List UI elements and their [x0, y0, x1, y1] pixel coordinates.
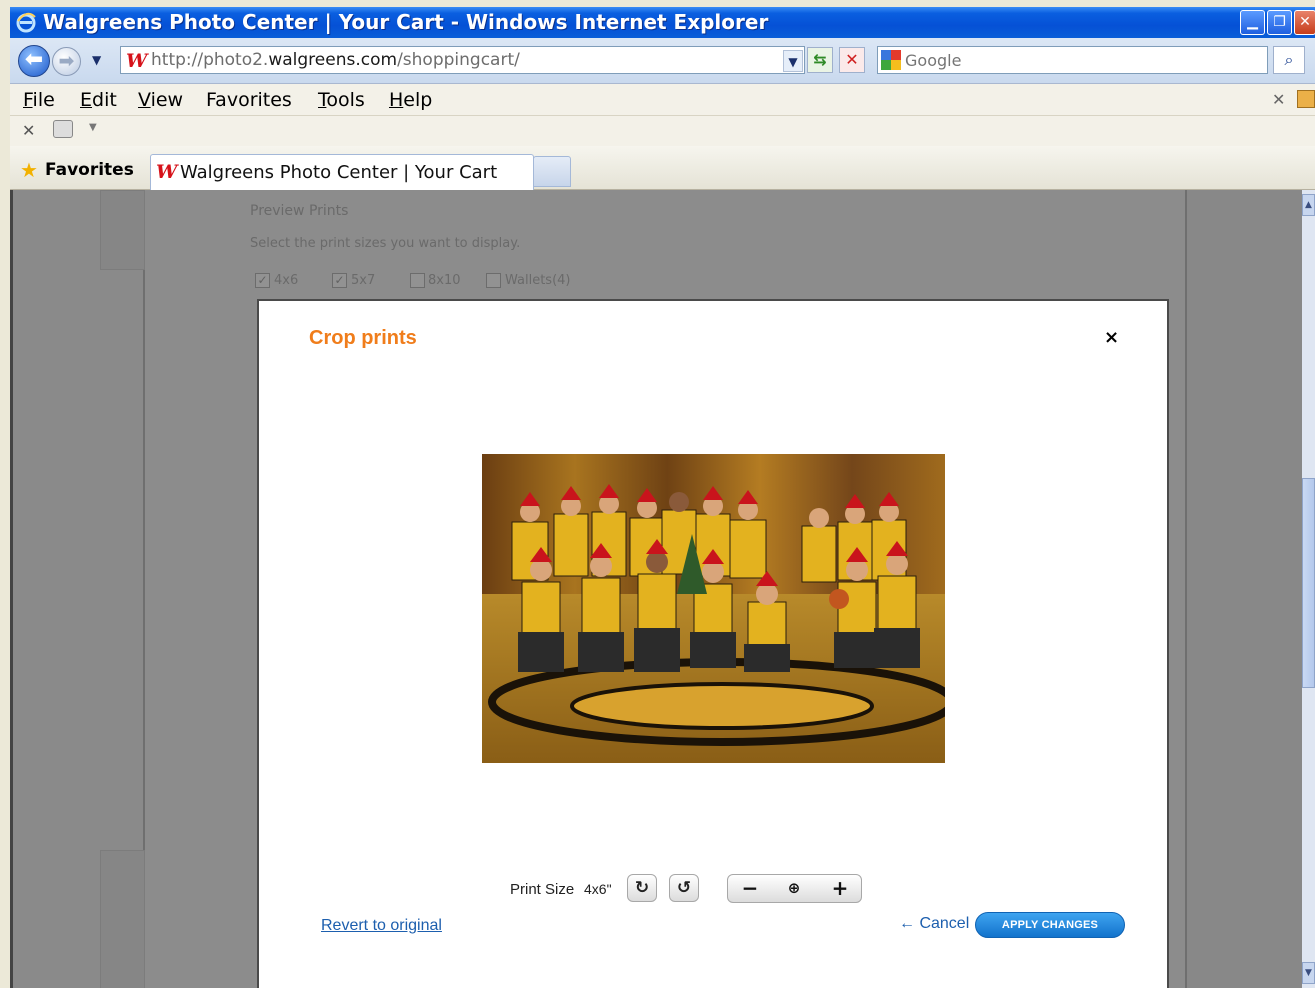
- internet-explorer-icon: [16, 12, 36, 33]
- rotate-left-button[interactable]: ↻: [627, 874, 657, 902]
- address-dropdown-icon[interactable]: ▼: [783, 50, 803, 72]
- tab-walgreens-cart[interactable]: W Walgreens Photo Center | Your Cart: [150, 154, 534, 191]
- minimize-button[interactable]: ▁: [1240, 10, 1265, 35]
- new-tab-button[interactable]: [533, 156, 571, 187]
- size-wallets-checkbox[interactable]: [486, 273, 501, 288]
- back-button[interactable]: ⬅: [18, 45, 50, 77]
- addon-icon[interactable]: [1297, 90, 1315, 108]
- team-photo-image: [482, 454, 945, 763]
- cancel-link[interactable]: ← Cancel: [899, 915, 969, 933]
- toolbar-tool-icon[interactable]: [53, 120, 73, 138]
- toolbar-close-icon[interactable]: ✕: [1272, 90, 1285, 109]
- menu-edit[interactable]: Edit: [80, 89, 117, 111]
- forward-button[interactable]: ➡: [52, 47, 81, 76]
- size-8x10-label: 8x10: [428, 273, 461, 288]
- window-title: Walgreens Photo Center | Your Cart - Win…: [43, 10, 769, 34]
- size-5x7-checkbox[interactable]: ✓: [332, 273, 347, 288]
- refresh-button[interactable]: ⇆: [807, 47, 833, 73]
- walgreens-favicon: W: [126, 50, 148, 72]
- search-box: [877, 46, 1268, 74]
- address-toolbar: ⬅ ➡ ▼ W http://photo2.walgreens.com/shop…: [10, 38, 1315, 84]
- scroll-down-icon[interactable]: ▼: [1302, 962, 1315, 984]
- menu-favorites[interactable]: Favorites: [206, 89, 292, 111]
- menu-file[interactable]: File: [23, 89, 55, 111]
- page-right-gutter: [1187, 190, 1302, 988]
- print-size-label: Print Size: [510, 881, 575, 898]
- size-8x10-checkbox[interactable]: [410, 273, 425, 288]
- page-scrollbar[interactable]: ▲ ▼: [1302, 190, 1315, 988]
- google-icon: [881, 50, 901, 70]
- stop-button[interactable]: ✕: [839, 47, 865, 73]
- menu-bar: File Edit View Favorites Tools Help ✕: [10, 84, 1315, 116]
- revert-to-original-link[interactable]: Revert to original: [321, 917, 442, 935]
- menu-help[interactable]: Help: [389, 89, 432, 111]
- scroll-up-icon[interactable]: ▲: [1302, 194, 1315, 216]
- search-input[interactable]: [905, 49, 1260, 71]
- preview-prints-heading: Preview Prints: [250, 203, 349, 219]
- size-5x7-label: 5x7: [351, 273, 376, 288]
- size-wallets-label: Wallets(4): [505, 273, 571, 288]
- crop-prints-dialog: Crop prints × Print Size 4x6" ↻ ↺ − ⊕ + …: [257, 299, 1169, 988]
- print-size-value: 4x6": [584, 881, 612, 897]
- apply-changes-button[interactable]: APPLY CHANGES: [975, 912, 1125, 938]
- photo-preview[interactable]: [482, 454, 945, 763]
- rotate-right-button[interactable]: ↺: [669, 874, 699, 902]
- sidebar-panel: [100, 850, 145, 988]
- tab-label: Walgreens Photo Center | Your Cart: [180, 162, 498, 183]
- preview-instructions: Select the print sizes you want to displ…: [250, 236, 521, 251]
- history-dropdown-icon[interactable]: ▼: [92, 53, 101, 67]
- scrollbar-thumb[interactable]: [1302, 478, 1315, 688]
- menu-tools[interactable]: Tools: [318, 89, 365, 111]
- address-field[interactable]: W http://photo2.walgreens.com/shoppingca…: [120, 46, 805, 74]
- search-icon[interactable]: ⌕: [1273, 46, 1305, 74]
- zoom-icon: ⊕: [787, 879, 801, 897]
- walgreens-favicon: W: [156, 161, 178, 183]
- favorites-star-icon[interactable]: ★: [20, 158, 38, 182]
- toolbar-close-icon[interactable]: ✕: [22, 121, 35, 140]
- chevron-down-icon[interactable]: ▼: [89, 122, 97, 133]
- zoom-out-button[interactable]: −: [730, 875, 770, 902]
- restore-button[interactable]: ❐: [1267, 10, 1292, 35]
- favorites-button[interactable]: Favorites: [45, 160, 134, 180]
- zoom-controls: − ⊕ +: [727, 874, 862, 903]
- zoom-in-button[interactable]: +: [820, 875, 860, 902]
- dialog-title: Crop prints: [309, 327, 417, 349]
- command-bar: ✕ ▼: [10, 116, 1315, 146]
- size-4x6-checkbox[interactable]: ✓: [255, 273, 270, 288]
- window-titlebar: Walgreens Photo Center | Your Cart - Win…: [10, 7, 1315, 38]
- address-url: http://photo2.walgreens.com/shoppingcart…: [151, 50, 520, 70]
- close-window-button[interactable]: ✕: [1294, 10, 1315, 35]
- size-4x6-label: 4x6: [274, 273, 299, 288]
- favorites-bar: ★ Favorites W Walgreens Photo Center | Y…: [10, 146, 1315, 191]
- cancel-label: Cancel: [919, 915, 970, 932]
- sidebar-panel: [100, 190, 145, 270]
- menu-view[interactable]: View: [138, 89, 183, 111]
- close-icon[interactable]: ×: [1104, 327, 1119, 348]
